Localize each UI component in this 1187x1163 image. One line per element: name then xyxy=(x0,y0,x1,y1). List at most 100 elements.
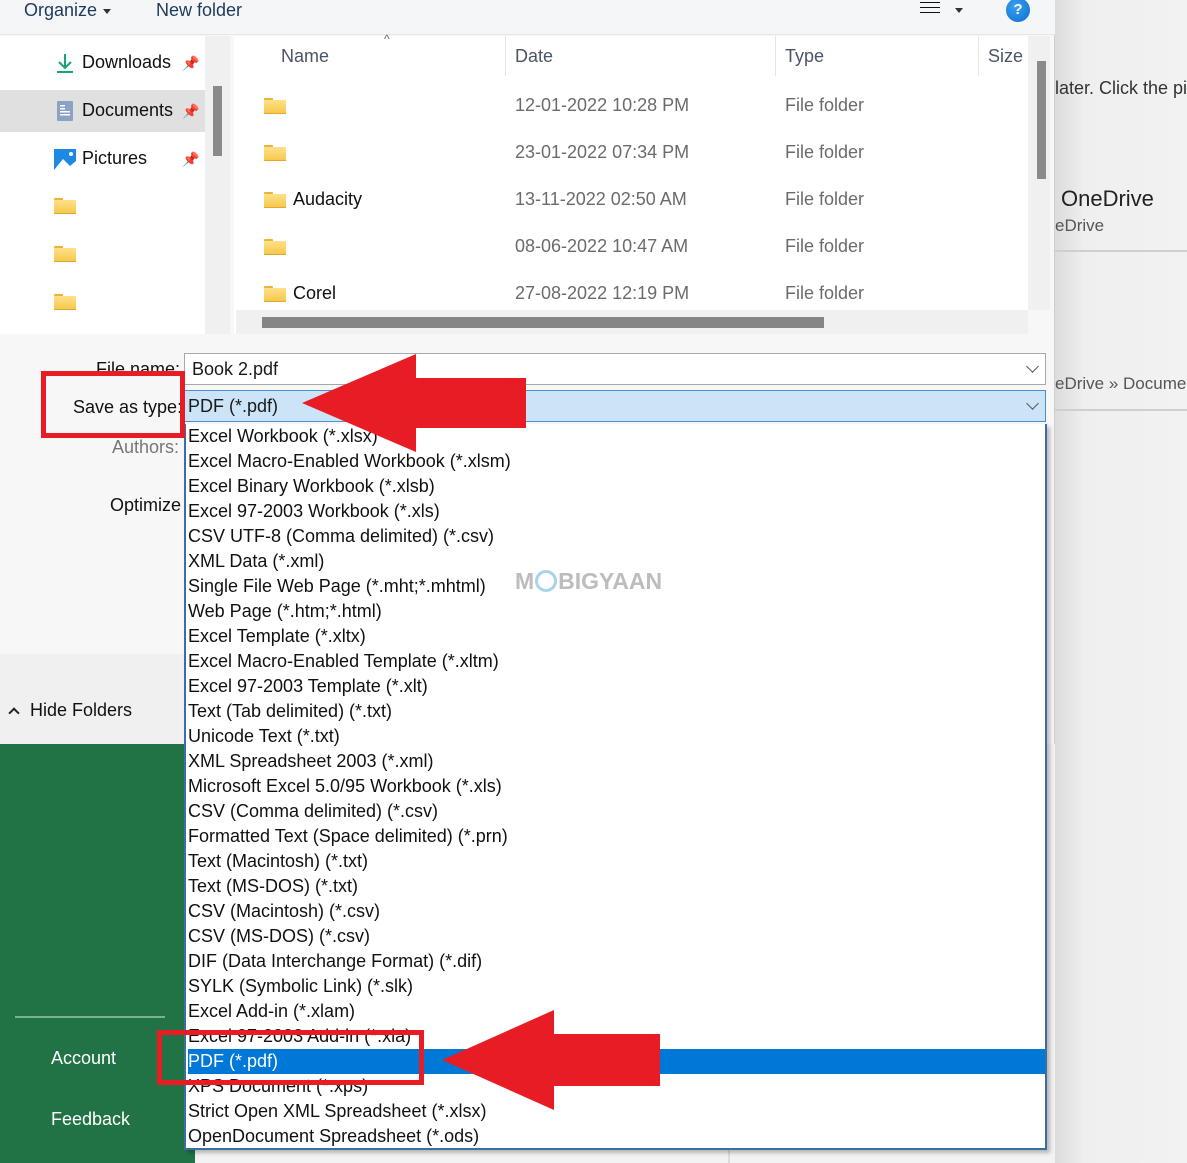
file-row[interactable]: 08-06-2022 10:47 AM File folder xyxy=(234,225,1028,272)
nav-item-folder[interactable] xyxy=(0,186,205,228)
file-date: 23-01-2022 07:34 PM xyxy=(515,142,690,162)
file-name: Corel xyxy=(293,283,337,303)
chevron-down-icon[interactable] xyxy=(1026,360,1039,373)
pin-icon[interactable]: 📌 xyxy=(182,103,199,119)
save-type-option[interactable]: DIF (Data Interchange Format) (*.dif) xyxy=(188,949,1045,974)
file-row[interactable]: 12-01-2022 10:28 PM File folder xyxy=(234,84,1028,131)
pin-icon[interactable]: 📌 xyxy=(182,55,199,71)
save-type-option[interactable]: XML Spreadsheet 2003 (*.xml) xyxy=(188,749,1045,774)
column-header-name[interactable]: Name xyxy=(281,46,329,67)
vertical-scrollbar-thumb[interactable] xyxy=(1037,61,1046,179)
dialog-footer xyxy=(0,654,184,744)
file-date: 27-08-2022 12:19 PM xyxy=(515,283,690,303)
save-type-option[interactable]: Text (Tab delimited) (*.txt) xyxy=(188,699,1045,724)
navigation-pane: Downloads 📌 Documents 📌 Pictures 📌 xyxy=(0,36,205,334)
column-divider[interactable] xyxy=(775,36,776,76)
nav-item-documents[interactable]: Documents 📌 xyxy=(0,90,205,132)
folder-icon xyxy=(264,145,286,161)
file-row[interactable]: Audacity 13-11-2022 02:50 AM File folder xyxy=(234,178,1028,225)
save-as-type-value: PDF (*.pdf) xyxy=(188,396,279,416)
nav-item-downloads[interactable]: Downloads 📌 xyxy=(0,42,205,84)
file-type: File folder xyxy=(785,95,865,115)
new-folder-button[interactable]: New folder xyxy=(156,0,242,21)
organize-label: Organize xyxy=(24,0,98,20)
file-name-value: Book 2.pdf xyxy=(192,359,279,379)
file-list: ^ Name Date Type Size 12-01-2022 10:28 P… xyxy=(234,32,1028,334)
folder-icon xyxy=(54,198,76,214)
nav-item-label: Downloads xyxy=(82,52,172,72)
save-type-option[interactable]: SYLK (Symbolic Link) (*.slk) xyxy=(188,974,1045,999)
list-view-icon[interactable] xyxy=(920,2,940,18)
nav-feedback[interactable]: Feedback xyxy=(51,1109,130,1130)
annotation-highlight-box xyxy=(41,371,185,438)
save-type-option[interactable]: Microsoft Excel 5.0/95 Workbook (*.xls) xyxy=(188,774,1045,799)
save-type-option[interactable]: Text (Macintosh) (*.txt) xyxy=(188,849,1045,874)
file-type: File folder xyxy=(785,236,865,256)
authors-label: Authors: xyxy=(112,437,180,457)
save-type-option[interactable]: Text (MS-DOS) (*.txt) xyxy=(188,874,1045,899)
annotation-arrow-icon xyxy=(302,354,526,452)
save-type-option[interactable]: Formatted Text (Space delimited) (*.prn) xyxy=(188,824,1045,849)
save-type-option[interactable]: Unicode Text (*.txt) xyxy=(188,724,1045,749)
documents-icon xyxy=(57,101,73,121)
nav-divider xyxy=(15,1016,165,1018)
caret-down-icon xyxy=(103,8,112,14)
save-type-option[interactable]: Excel Binary Workbook (*.xlsb) xyxy=(188,474,1045,499)
annotation-arrow-icon xyxy=(442,1010,660,1110)
file-type: File folder xyxy=(785,283,865,303)
folder-icon xyxy=(264,192,286,208)
sort-ascending-icon: ^ xyxy=(384,32,390,46)
save-type-option[interactable]: CSV UTF-8 (Comma delimited) (*.csv) xyxy=(188,524,1045,549)
watermark-o-icon xyxy=(535,570,558,592)
save-type-option[interactable]: Excel 97-2003 Workbook (*.xls) xyxy=(188,499,1045,524)
onedrive-path[interactable]: eDrive » Docume xyxy=(1055,374,1186,394)
save-type-option[interactable]: Excel Macro-Enabled Template (*.xltm) xyxy=(188,649,1045,674)
dialog-toolbar: Organize New folder ? xyxy=(0,0,1055,35)
divider xyxy=(1055,250,1187,252)
file-row[interactable]: 23-01-2022 07:34 PM File folder xyxy=(234,131,1028,178)
file-date: 08-06-2022 10:47 AM xyxy=(515,236,689,256)
nav-item-label: Pictures xyxy=(82,148,148,168)
column-divider[interactable] xyxy=(505,36,506,76)
nav-pane-scrollbar[interactable] xyxy=(205,36,230,334)
pin-icon[interactable]: 📌 xyxy=(182,151,199,167)
nav-item-pictures[interactable]: Pictures 📌 xyxy=(0,138,205,180)
save-type-option[interactable]: CSV (Macintosh) (*.csv) xyxy=(188,899,1045,924)
save-type-option[interactable]: OpenDocument Spreadsheet (*.ods) xyxy=(188,1124,1045,1149)
help-icon[interactable]: ? xyxy=(1006,0,1030,22)
backstage-hint-text: later. Click the pi xyxy=(1055,78,1187,98)
onedrive-location-subtitle: eDrive xyxy=(1055,216,1105,235)
nav-pane-scrollbar-thumb[interactable] xyxy=(213,86,222,156)
horizontal-scrollbar-thumb[interactable] xyxy=(262,317,824,328)
divider xyxy=(1055,409,1187,411)
optimize-label: Optimize xyxy=(110,495,182,515)
nav-item-folder[interactable] xyxy=(0,234,205,276)
file-type: File folder xyxy=(785,142,865,162)
folder-icon xyxy=(54,246,76,262)
column-header-type[interactable]: Type xyxy=(785,46,824,67)
backstage-background: later. Click the pi OneDrive eDrive eDri… xyxy=(1055,0,1187,1163)
organize-button[interactable]: Organize xyxy=(24,0,112,21)
folder-icon xyxy=(54,294,76,310)
onedrive-location-title[interactable]: OneDrive xyxy=(1061,186,1154,212)
folder-icon xyxy=(264,98,286,114)
nav-account[interactable]: Account xyxy=(51,1048,116,1069)
column-header-size[interactable]: Size xyxy=(988,46,1023,67)
nav-item-label: Documents xyxy=(82,100,174,120)
save-type-option[interactable]: CSV (MS-DOS) (*.csv) xyxy=(188,924,1045,949)
save-type-option[interactable]: Excel Template (*.xltx) xyxy=(188,624,1045,649)
file-date: 12-01-2022 10:28 PM xyxy=(515,95,690,115)
pictures-icon xyxy=(54,149,76,170)
column-header-date[interactable]: Date xyxy=(515,46,553,67)
chevron-down-icon[interactable] xyxy=(1026,397,1039,410)
save-type-option[interactable]: Web Page (*.htm;*.html) xyxy=(188,599,1045,624)
divider xyxy=(728,1148,730,1163)
nav-item-folder[interactable] xyxy=(0,282,205,324)
annotation-highlight-box xyxy=(157,1030,424,1085)
backstage-nav: Account Feedback xyxy=(0,744,195,1163)
column-divider[interactable] xyxy=(978,36,979,76)
save-type-option[interactable]: CSV (Comma delimited) (*.csv) xyxy=(188,799,1045,824)
hide-folders-button[interactable]: Hide Folders xyxy=(8,700,132,721)
view-options-caret-icon[interactable] xyxy=(955,8,963,13)
save-type-option[interactable]: Excel 97-2003 Template (*.xlt) xyxy=(188,674,1045,699)
